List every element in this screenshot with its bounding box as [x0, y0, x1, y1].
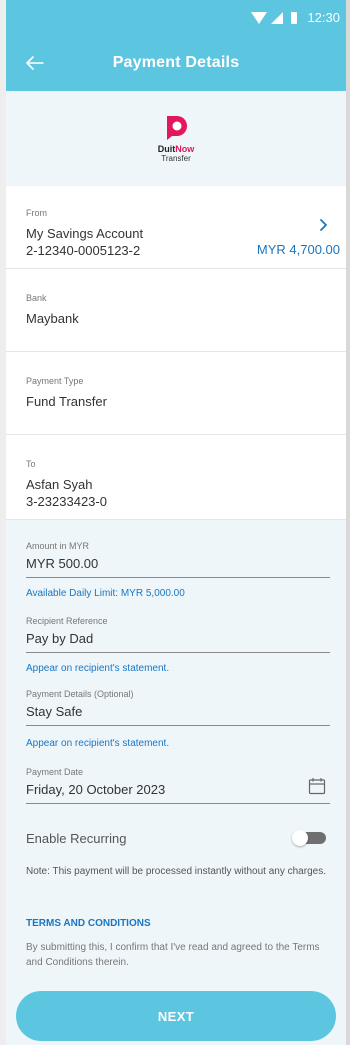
terms-link[interactable]: TERMS AND CONDITIONS: [26, 918, 151, 929]
from-account-number: 2-12340-0005123-2: [26, 243, 141, 258]
duitnow-subtitle: Transfer: [161, 153, 191, 163]
payment-details-hint: Appear on recipient's statement.: [26, 738, 170, 749]
toggle-knob: [292, 830, 308, 846]
amount-label: Amount in MYR: [26, 541, 90, 551]
payment-details-field[interactable]: Payment Details (Optional) Stay Safe: [26, 689, 330, 726]
payment-type-label: Payment Type: [26, 376, 84, 386]
recipient-section: To Asfan Syah 3-23233423-0: [6, 435, 346, 520]
app-bar: Payment Details: [6, 35, 346, 91]
signal-icon: [271, 11, 284, 24]
bank-label: Bank: [26, 293, 47, 303]
recipient-account-number: 3-23233423-0: [26, 494, 107, 509]
payment-details-input[interactable]: Stay Safe: [26, 703, 330, 720]
bank-section: Bank Maybank: [6, 269, 346, 352]
from-label: From: [26, 208, 47, 218]
recipient-reference-hint: Appear on recipient's statement.: [26, 663, 170, 674]
payment-date-input[interactable]: Friday, 20 October 2023: [26, 781, 330, 798]
payment-type-section: Payment Type Fund Transfer: [6, 352, 346, 435]
to-label: To: [26, 459, 36, 469]
page-title: Payment Details: [112, 54, 240, 71]
recipient-reference-input[interactable]: Pay by Dad: [26, 630, 330, 647]
amount-input[interactable]: MYR 500.00: [26, 555, 330, 572]
recipient-reference-underline: [26, 652, 330, 653]
calendar-icon[interactable]: [308, 777, 326, 795]
recurring-toggle[interactable]: [292, 830, 326, 846]
payment-type-value: Fund Transfer: [26, 394, 107, 409]
recipient-reference-field[interactable]: Recipient Reference Pay by Dad: [26, 616, 330, 653]
payment-form: Amount in MYR MYR 500.00 Available Daily…: [6, 520, 346, 1045]
recipient-reference-label: Recipient Reference: [26, 616, 108, 626]
from-account-section[interactable]: From My Savings Account 2-12340-0005123-…: [6, 186, 346, 269]
payment-date-label: Payment Date: [26, 767, 84, 777]
payment-date-field[interactable]: Payment Date Friday, 20 October 2023: [26, 767, 330, 804]
daily-limit-hint: Available Daily Limit: MYR 5,000.00: [26, 588, 185, 599]
status-time: 12:30: [307, 10, 340, 25]
chevron-right-icon[interactable]: [318, 218, 330, 232]
right-scrollbar[interactable]: [346, 0, 350, 1045]
amount-underline: [26, 577, 330, 578]
wifi-icon: [251, 11, 268, 24]
next-button[interactable]: NEXT: [16, 991, 336, 1041]
from-account-name: My Savings Account: [26, 226, 144, 241]
duitnow-brand-text: DuitNow: [157, 143, 195, 154]
battery-icon: [291, 11, 298, 24]
duitnow-logo-banner: DuitNow Transfer: [6, 91, 346, 186]
from-account-balance: MYR 4,700.00: [256, 242, 340, 257]
status-bar: 12:30: [6, 0, 346, 35]
payment-date-underline: [26, 803, 330, 804]
duitnow-logo-icon: [167, 115, 187, 140]
payment-note: Note: This payment will be processed ins…: [26, 866, 326, 877]
recurring-row: Enable Recurring: [26, 827, 330, 851]
terms-text: By submitting this, I confirm that I've …: [26, 942, 320, 968]
back-arrow-icon[interactable]: [20, 48, 50, 78]
bank-value: Maybank: [26, 311, 79, 326]
amount-field[interactable]: Amount in MYR MYR 500.00: [26, 541, 330, 578]
recipient-name: Asfan Syah: [26, 477, 93, 492]
payment-details-label: Payment Details (Optional): [26, 689, 134, 699]
payment-details-underline: [26, 725, 330, 726]
recurring-label: Enable Recurring: [26, 831, 127, 846]
